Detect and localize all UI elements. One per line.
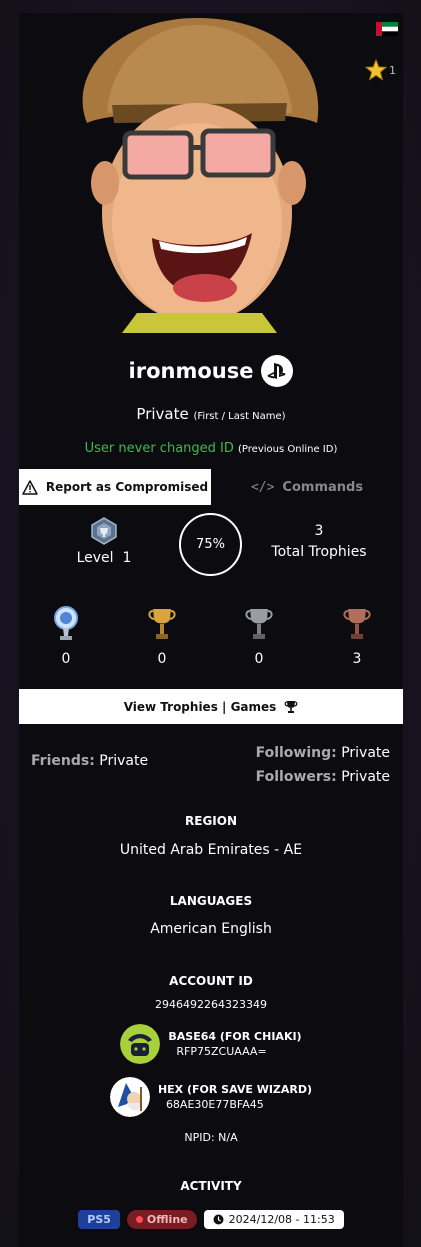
playstation-icon — [261, 355, 294, 387]
level-badge-icon — [91, 517, 117, 545]
save-wizard-icon — [109, 1077, 150, 1117]
hex-title: HEX (FOR SAVE WIZARD) — [157, 1083, 313, 1096]
base64-value: RFP75ZCUAAA= — [176, 1045, 267, 1058]
languages-title: LANGUAGES — [169, 894, 253, 908]
activity-row: PS5 Offline 2024/12/08 - 11:53 — [19, 1210, 403, 1229]
total-trophies: 3 Total Trophies — [264, 523, 374, 560]
level-progress: 75% — [179, 513, 242, 576]
account-id-value: 2946492264323349 — [155, 998, 267, 1011]
code-icon: </> — [250, 479, 275, 495]
star-icon — [365, 59, 387, 81]
level-block: Level 1 — [64, 516, 144, 566]
platinum-trophies: 0 — [36, 605, 96, 667]
hex-row: HEX (FOR SAVE WIZARD) 68AE30E77BFA45 — [19, 1077, 403, 1117]
base64-row: BASE64 (FOR CHIAKI) RFP75ZCUAAA= — [19, 1024, 403, 1064]
username: ironmouse — [128, 359, 254, 383]
region-title: REGION — [185, 814, 237, 828]
commands-tab[interactable]: </> Commands — [211, 469, 403, 505]
username-row: ironmouse — [19, 355, 403, 387]
following: Following: Private — [255, 745, 390, 761]
silver-trophies: 0 — [229, 605, 289, 667]
online-id-history: User never changed ID (Previous Online I… — [84, 441, 338, 456]
profile-card: 1 ironmouse Private (First / Last Name) … — [19, 13, 403, 1247]
npid-value: NPID: N/A — [184, 1131, 238, 1144]
gold-trophies: 0 — [132, 605, 192, 667]
hex-value: 68AE30E77BFA45 — [165, 1098, 264, 1111]
friends-info: Friends: Private — [31, 753, 149, 769]
avatar — [47, 13, 332, 333]
action-tabs: Report as Compromised </> Commands — [19, 469, 403, 505]
last-seen-badge: 2024/12/08 - 11:53 — [203, 1210, 344, 1229]
bronze-trophies: 3 — [327, 605, 387, 667]
platinum-trophy-icon — [54, 606, 78, 640]
report-compromised-button[interactable]: Report as Compromised — [19, 469, 211, 505]
gold-trophy-icon — [148, 609, 176, 639]
activity-title: ACTIVITY — [180, 1179, 242, 1193]
bronze-trophy-icon — [343, 609, 371, 639]
total-trophies-count: 3 — [314, 523, 324, 539]
warning-icon — [22, 479, 38, 495]
uae-flag-icon — [376, 22, 398, 36]
region-value: United Arab Emirates - AE — [119, 842, 303, 858]
level-value: 1 — [122, 550, 132, 566]
total-trophies-label: Total Trophies — [271, 544, 367, 560]
languages-value: American English — [150, 921, 272, 937]
star-count: 1 — [389, 64, 396, 77]
status-badge: Offline — [126, 1210, 197, 1229]
clock-icon — [213, 1214, 224, 1225]
silver-trophy-icon — [245, 609, 273, 639]
account-id-title: ACCOUNT ID — [169, 974, 253, 988]
chiaki-icon — [120, 1024, 161, 1064]
status-dot-icon — [135, 1216, 143, 1223]
followers: Followers: Private — [255, 769, 390, 785]
trophy-icon — [284, 700, 298, 713]
platform-badge: PS5 — [78, 1210, 120, 1229]
base64-title: BASE64 (FOR CHIAKI) — [168, 1030, 302, 1043]
follow-info: Following: Private Followers: Private — [256, 741, 390, 789]
real-name: Private (First / Last Name) — [136, 405, 286, 423]
view-trophies-games-button[interactable]: View Trophies | Games — [19, 689, 403, 724]
